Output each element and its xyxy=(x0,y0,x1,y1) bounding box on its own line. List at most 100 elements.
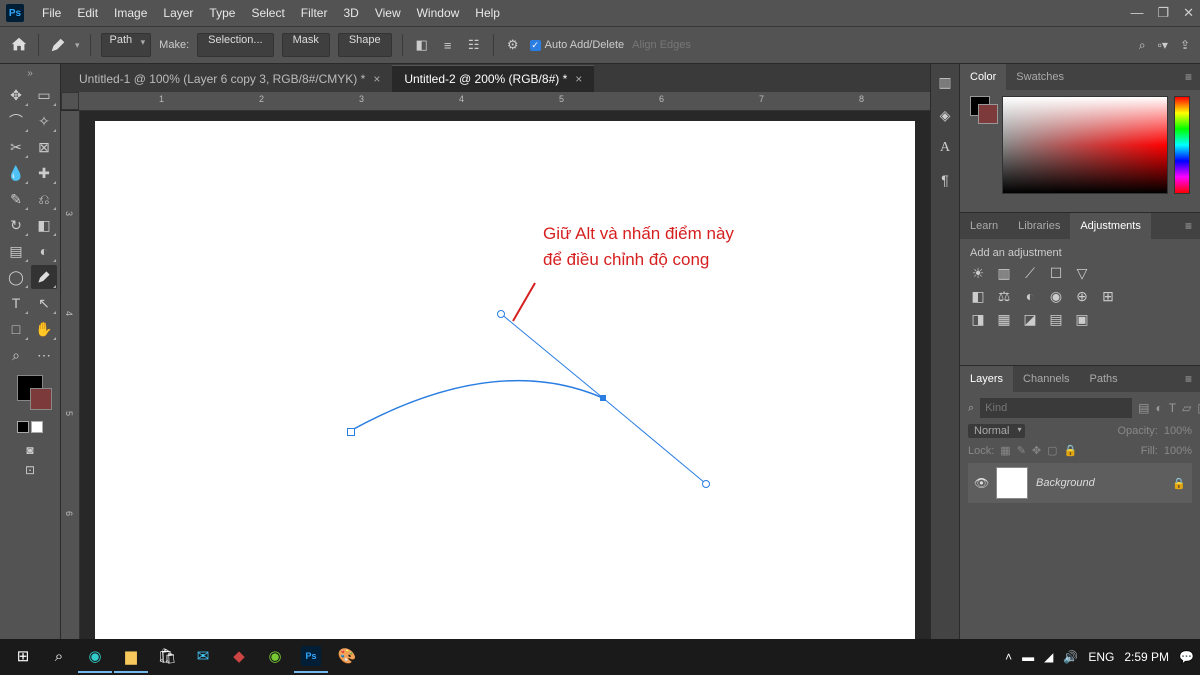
invert-adjustment-icon[interactable]: ◨ xyxy=(970,311,986,328)
color-field[interactable] xyxy=(1002,96,1168,194)
app2-icon[interactable]: ◉ xyxy=(258,641,292,673)
brush-tool[interactable]: ✎ xyxy=(3,187,29,211)
clock[interactable]: 2:59 PM xyxy=(1124,650,1169,664)
magic-wand-tool[interactable]: ✧ xyxy=(31,109,57,133)
move-tool[interactable]: ✥ xyxy=(3,83,29,107)
bw-adjustment-icon[interactable]: ◐ xyxy=(1022,288,1038,305)
edge-icon[interactable]: ◉ xyxy=(78,641,112,673)
language-indicator[interactable]: ENG xyxy=(1088,650,1114,664)
path-select-tool[interactable]: ↖ xyxy=(31,291,57,315)
brightness-adjustment-icon[interactable]: ☀ xyxy=(970,265,986,282)
crop-tool[interactable]: ✂ xyxy=(3,135,29,159)
lasso-tool[interactable]: ⌒ xyxy=(3,109,29,133)
tab-learn[interactable]: Learn xyxy=(960,213,1008,239)
photofilter-adjustment-icon[interactable]: ◉ xyxy=(1048,288,1064,305)
quickmask-icon[interactable]: ◙ xyxy=(26,443,33,457)
panel-menu-icon[interactable]: ≡ xyxy=(1185,219,1200,233)
character-icon[interactable]: A xyxy=(940,140,950,156)
window-restore-icon[interactable]: ❐ xyxy=(1157,5,1169,21)
close-icon[interactable]: × xyxy=(575,72,582,86)
fg-bg-swatch[interactable] xyxy=(970,96,996,122)
start-icon[interactable]: ⊞ xyxy=(6,641,40,673)
hand-tool[interactable]: ✋ xyxy=(31,317,57,341)
color-swatches[interactable] xyxy=(17,375,43,433)
menu-filter[interactable]: Filter xyxy=(293,0,336,26)
store-icon[interactable]: 🛍 xyxy=(150,641,184,673)
workspace-icon[interactable]: ▫▾ xyxy=(1158,38,1168,52)
history-brush-tool[interactable]: ↻ xyxy=(3,213,29,237)
colorbal-adjustment-icon[interactable]: ⚖ xyxy=(996,288,1012,305)
mask-button[interactable]: Mask xyxy=(282,33,330,57)
rectangle-tool[interactable]: □ xyxy=(3,317,29,341)
menu-select[interactable]: Select xyxy=(243,0,292,26)
gradient-tool[interactable]: ▤ xyxy=(3,239,29,263)
volume-icon[interactable]: 🔊 xyxy=(1063,650,1078,664)
history-icon[interactable]: ▥ xyxy=(938,74,951,91)
visibility-icon[interactable]: 👁 xyxy=(974,476,988,490)
screenmode-icon[interactable]: ⊡ xyxy=(25,463,35,477)
tab-adjustments[interactable]: Adjustments xyxy=(1070,213,1151,239)
window-close-icon[interactable]: ✕ xyxy=(1183,5,1194,21)
selective-adjustment-icon[interactable]: ▣ xyxy=(1074,311,1090,328)
close-icon[interactable]: × xyxy=(373,72,380,86)
gear-icon[interactable]: ⚙ xyxy=(504,36,522,54)
path-align-icon[interactable]: ≡ xyxy=(439,36,457,54)
share-icon[interactable]: ⇪ xyxy=(1180,38,1190,52)
properties-icon[interactable]: ◈ xyxy=(940,107,951,124)
lock-brush-icon[interactable]: ✎ xyxy=(1017,444,1026,457)
layer-filter-input[interactable] xyxy=(980,398,1132,418)
frame-tool[interactable]: ⊠ xyxy=(31,135,57,159)
exposure-adjustment-icon[interactable]: ☐ xyxy=(1048,265,1064,282)
threshold-adjustment-icon[interactable]: ◪ xyxy=(1022,311,1038,328)
colorlookup-adjustment-icon[interactable]: ⊞ xyxy=(1100,288,1116,305)
menu-image[interactable]: Image xyxy=(106,0,155,26)
path-mode-select[interactable]: Path xyxy=(101,33,152,57)
menu-file[interactable]: File xyxy=(34,0,69,26)
tab-layers[interactable]: Layers xyxy=(960,366,1013,392)
home-icon[interactable] xyxy=(10,36,28,54)
bezier-handle[interactable] xyxy=(497,310,505,318)
pen-tool[interactable] xyxy=(31,265,57,289)
filter-shape-icon[interactable]: ▱ xyxy=(1182,401,1191,415)
anchor-point-selected[interactable] xyxy=(600,395,606,401)
notifications-icon[interactable]: 💬 xyxy=(1179,650,1194,664)
app1-icon[interactable]: ◆ xyxy=(222,641,256,673)
canvas[interactable]: Giữ Alt và nhấn điểm nàyđể điều chỉnh độ… xyxy=(95,121,915,641)
filter-adj-icon[interactable]: ◐ xyxy=(1156,401,1163,415)
marquee-tool[interactable]: ▭ xyxy=(31,83,57,107)
paragraph-icon[interactable]: ¶ xyxy=(941,172,949,188)
blur-tool[interactable]: ◐ xyxy=(31,239,57,263)
shape-button[interactable]: Shape xyxy=(338,33,392,57)
menu-3d[interactable]: 3D xyxy=(335,0,366,26)
levels-adjustment-icon[interactable]: ▥ xyxy=(996,265,1012,282)
edit-toolbar[interactable]: ⋯ xyxy=(31,343,57,367)
dodge-tool[interactable]: ◯ xyxy=(3,265,29,289)
ruler-horizontal[interactable]: 123456789 xyxy=(79,92,930,111)
blend-mode-select[interactable]: Normal xyxy=(968,424,1025,438)
menu-view[interactable]: View xyxy=(367,0,409,26)
curves-adjustment-icon[interactable]: ⟋ xyxy=(1022,265,1038,282)
tab-paths[interactable]: Paths xyxy=(1080,366,1128,392)
lock-pixels-icon[interactable]: ▦ xyxy=(1000,444,1010,457)
layer-name[interactable]: Background xyxy=(1036,477,1095,489)
hue-slider[interactable] xyxy=(1174,96,1190,194)
layer-thumbnail[interactable] xyxy=(996,467,1028,499)
tab-channels[interactable]: Channels xyxy=(1013,366,1079,392)
layer-item[interactable]: 👁 Background 🔒 xyxy=(968,463,1192,503)
eraser-tool[interactable]: ◧ xyxy=(31,213,57,237)
gradient-adjustment-icon[interactable]: ▤ xyxy=(1048,311,1064,328)
lock-move-icon[interactable]: ✥ xyxy=(1032,444,1041,457)
path-arrange-icon[interactable]: ☷ xyxy=(465,36,483,54)
eyedropper-tool[interactable]: 💧 xyxy=(3,161,29,185)
zoom-tool[interactable]: ⌕ xyxy=(3,343,29,367)
channelmix-adjustment-icon[interactable]: ⊕ xyxy=(1074,288,1090,305)
tray-up-icon[interactable]: ˄ xyxy=(1005,650,1012,664)
paint-icon[interactable]: 🎨 xyxy=(330,641,364,673)
document-tab[interactable]: Untitled-2 @ 200% (RGB/8#) *× xyxy=(392,65,594,92)
photoshop-icon[interactable]: Ps xyxy=(294,641,328,673)
pen-tool-preset-icon[interactable] xyxy=(49,36,67,54)
filter-type-icon[interactable]: T xyxy=(1169,401,1176,415)
tab-color[interactable]: Color xyxy=(960,64,1006,90)
menu-edit[interactable]: Edit xyxy=(69,0,106,26)
path-ops-icon[interactable]: ◧ xyxy=(413,36,431,54)
